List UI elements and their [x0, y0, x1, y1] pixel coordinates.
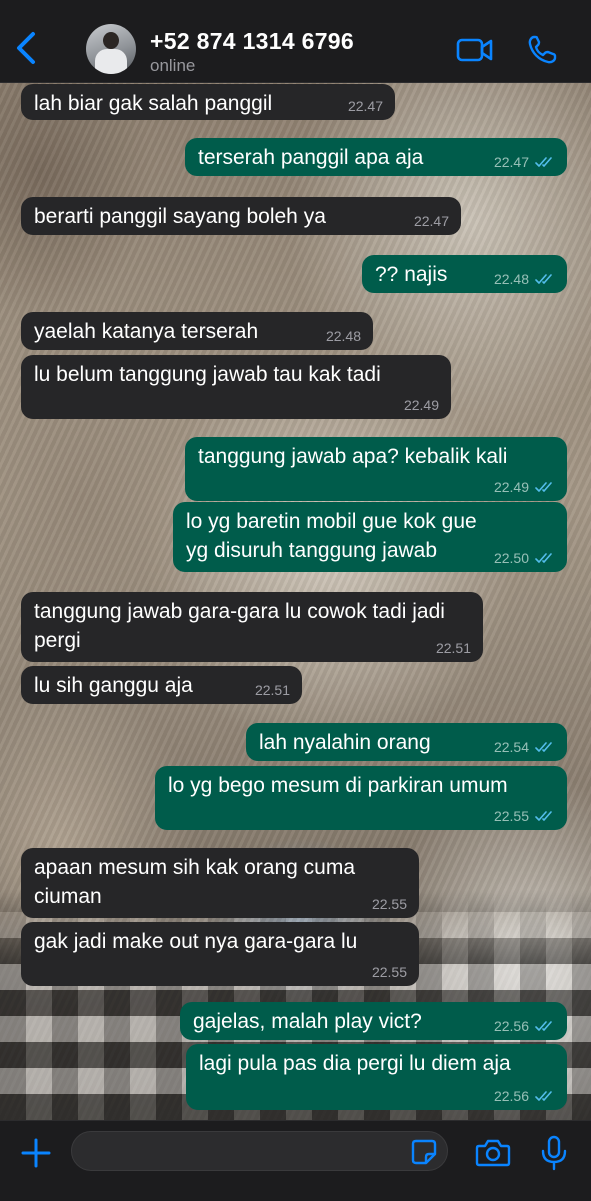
message-text: berarti panggil sayang boleh ya: [34, 205, 326, 228]
message-time: 22.54: [493, 739, 529, 755]
message-outgoing[interactable]: tanggung jawab apa? kebalik kali 22.49: [185, 437, 567, 501]
message-incoming[interactable]: tanggung jawab gara-gara lu cowok tadi j…: [21, 592, 483, 662]
read-ticks-icon: [535, 742, 552, 752]
chat-header: +52 874 1314 6796 online: [0, 0, 591, 83]
phone-icon[interactable]: [526, 34, 558, 66]
message-text: lagi pula pas dia pergi lu diem aja: [199, 1052, 511, 1075]
message-input[interactable]: [71, 1131, 448, 1171]
message-outgoing[interactable]: ?? najis 22.48: [362, 255, 567, 293]
message-text: lu sih ganggu aja: [34, 674, 193, 697]
chevron-left-icon[interactable]: [12, 30, 42, 66]
message-incoming[interactable]: lu sih ganggu aja 22.51: [21, 666, 302, 704]
read-ticks-icon: [535, 482, 552, 492]
message-time: 22.48: [493, 271, 529, 287]
message-time: 22.47: [413, 213, 449, 229]
microphone-icon[interactable]: [540, 1135, 568, 1171]
sticker-icon[interactable]: [411, 1139, 437, 1165]
read-ticks-icon: [535, 1021, 552, 1031]
message-time: 22.48: [325, 328, 361, 344]
read-ticks-icon: [535, 811, 552, 821]
message-time: 22.56: [493, 1018, 529, 1034]
video-camera-icon[interactable]: [456, 36, 494, 64]
message-text: lah biar gak salah panggil: [34, 92, 273, 115]
message-time: 22.50: [493, 550, 529, 566]
message-incoming[interactable]: gak jadi make out nya gara-gara lu 22.55: [21, 922, 419, 986]
message-incoming[interactable]: yaelah katanya terserah 22.48: [21, 312, 373, 350]
message-text: lo yg bego mesum di parkiran umum: [168, 774, 508, 797]
message-outgoing[interactable]: gajelas, malah play vict? 22.56: [180, 1002, 567, 1040]
message-time: 22.49: [493, 479, 529, 495]
read-ticks-icon: [535, 553, 552, 563]
contact-avatar[interactable]: [86, 24, 136, 74]
message-incoming[interactable]: lu belum tanggung jawab tau kak tadi 22.…: [21, 355, 451, 419]
message-text: yaelah katanya terserah: [34, 320, 259, 343]
message-time: 22.51: [435, 640, 471, 656]
message-time: 22.47: [493, 154, 529, 170]
message-incoming[interactable]: lah biar gak salah panggil 22.47: [21, 84, 395, 120]
message-text: gak jadi make out nya gara-gara lu: [34, 930, 358, 953]
plus-icon[interactable]: [20, 1137, 52, 1169]
message-time: 22.55: [493, 808, 529, 824]
message-time: 22.49: [403, 397, 439, 413]
read-ticks-icon: [535, 157, 552, 167]
message-text: tanggung jawab apa? kebalik kali: [198, 445, 508, 468]
contact-status: online: [150, 56, 196, 75]
message-time: 22.47: [347, 98, 383, 114]
message-incoming[interactable]: apaan mesum sih kak orang cuma ciuman 22…: [21, 848, 419, 918]
read-ticks-icon: [535, 1091, 552, 1101]
input-bar: [0, 1120, 591, 1201]
message-outgoing[interactable]: lo yg baretin mobil gue kok gue yg disur…: [173, 502, 567, 572]
message-time: 22.55: [371, 896, 407, 912]
message-outgoing[interactable]: lah nyalahin orang 22.54: [246, 723, 567, 761]
message-time: 22.55: [371, 964, 407, 980]
message-time: 22.56: [493, 1088, 529, 1104]
message-text: apaan mesum sih kak orang cuma ciuman: [34, 856, 355, 908]
message-text: tanggung jawab gara-gara lu cowok tadi j…: [34, 600, 445, 652]
message-outgoing[interactable]: lagi pula pas dia pergi lu diem aja 22.5…: [186, 1044, 567, 1110]
message-outgoing[interactable]: lo yg bego mesum di parkiran umum 22.55: [155, 766, 567, 830]
message-incoming[interactable]: berarti panggil sayang boleh ya 22.47: [21, 197, 461, 235]
read-ticks-icon: [535, 274, 552, 284]
chat-area[interactable]: lah biar gak salah panggil 22.47 tersera…: [0, 82, 591, 1120]
message-outgoing[interactable]: terserah panggil apa aja 22.47: [185, 138, 567, 176]
camera-icon[interactable]: [475, 1138, 511, 1168]
contact-name[interactable]: +52 874 1314 6796: [150, 28, 354, 55]
message-text: lu belum tanggung jawab tau kak tadi: [34, 363, 381, 386]
message-time: 22.51: [254, 682, 290, 698]
